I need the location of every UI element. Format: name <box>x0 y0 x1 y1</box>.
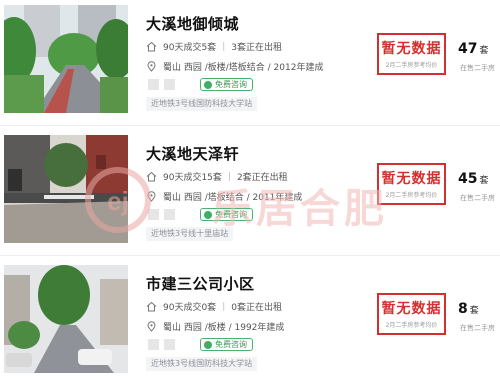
deal-info: 90天成交15套 | 2套正在出租 <box>146 170 288 183</box>
blurred-avatar <box>164 79 175 90</box>
renting-count: 3套正在出租 <box>231 43 282 53</box>
deal-info: 90天成交5套 | 3套正在出租 <box>146 40 282 53</box>
metro-tag: 近地铁3号线十里庙站 <box>146 227 234 241</box>
deals-count: 90天成交0套 <box>163 303 217 313</box>
blurred-avatar <box>164 209 175 220</box>
price-status: 暂无数据 <box>381 301 442 317</box>
on-sale-count[interactable]: 45 套 <box>458 168 498 187</box>
location-icon <box>147 191 156 202</box>
price-note: 2月二手房参考均价 <box>385 322 438 329</box>
price-status: 暂无数据 <box>381 171 442 187</box>
consult-label: 免费咨询 <box>215 80 247 89</box>
listing-card[interactable]: 大溪地天泽轩 90天成交15套 | 2套正在出租 蜀山 西园 /塔板结合 / 2… <box>0 135 500 247</box>
community-title[interactable]: 大溪地御倾城 <box>146 13 239 34</box>
deal-info: 90天成交0套 | 0套正在出租 <box>146 300 282 313</box>
house-icon <box>146 301 157 312</box>
price-status-box: 暂无数据 2月二手房参考均价 <box>377 163 446 205</box>
location-details: 蜀山 西园 /塔板结合 / 2011年建成 <box>163 193 303 203</box>
on-sale-unit: 套 <box>469 306 479 316</box>
blurred-avatar <box>164 339 175 350</box>
consult-label: 免费咨询 <box>215 340 247 349</box>
on-sale-label: 在售二手房 <box>460 324 495 332</box>
location-info: 蜀山 西园 /板楼 / 1992年建成 <box>146 320 284 333</box>
blurred-avatar <box>148 209 159 220</box>
location-icon <box>147 321 156 332</box>
free-consult-button[interactable]: 免费咨询 <box>200 338 253 351</box>
metro-tag: 近地铁3号线国防科技大学站 <box>146 357 258 371</box>
property-photo[interactable] <box>4 5 128 113</box>
location-icon <box>147 61 156 72</box>
courtyard-photo <box>4 5 128 113</box>
on-sale-number: 45 <box>458 171 478 187</box>
on-sale-label: 在售二手房 <box>460 64 495 72</box>
separator: | <box>222 301 226 312</box>
location-info: 蜀山 西园 /塔板结合 / 2011年建成 <box>146 190 302 203</box>
free-consult-button[interactable]: 免费咨询 <box>200 208 253 221</box>
chat-icon <box>204 210 212 219</box>
metro-tag: 近地铁3号线国防科技大学站 <box>146 97 258 111</box>
deals-count: 90天成交15套 <box>163 173 222 183</box>
consult-label: 免费咨询 <box>215 210 247 219</box>
on-sale-number: 47 <box>458 41 478 57</box>
on-sale-unit: 套 <box>479 176 489 186</box>
location-details: 蜀山 西园 /板楼 / 1992年建成 <box>163 323 285 333</box>
chat-icon <box>204 80 212 89</box>
property-photo[interactable] <box>4 265 128 373</box>
blurred-avatar <box>148 339 159 350</box>
on-sale-count[interactable]: 8套 <box>458 298 498 317</box>
separator: | <box>222 41 226 52</box>
divider <box>0 255 500 256</box>
price-note: 2月二手房参考均价 <box>385 192 438 199</box>
on-sale-number: 8 <box>458 301 468 317</box>
deals-count: 90天成交5套 <box>163 43 217 53</box>
on-sale-label: 在售二手房 <box>460 194 495 202</box>
property-photo[interactable] <box>4 135 128 243</box>
location-info: 蜀山 西园 /板楼/塔板结合 / 2012年建成 <box>146 60 323 73</box>
community-title[interactable]: 大溪地天泽轩 <box>146 143 239 164</box>
location-details: 蜀山 西园 /板楼/塔板结合 / 2012年建成 <box>163 63 324 73</box>
listing-card[interactable]: 大溪地御倾城 90天成交5套 | 3套正在出租 蜀山 西园 /板楼/塔板结合 /… <box>0 5 500 117</box>
free-consult-button[interactable]: 免费咨询 <box>200 78 253 91</box>
house-icon <box>146 41 157 52</box>
gate-photo <box>4 135 128 243</box>
price-status-box: 暂无数据 2月二手房参考均价 <box>377 33 446 75</box>
house-icon <box>146 171 157 182</box>
divider <box>0 125 500 126</box>
price-status-box: 暂无数据 2月二手房参考均价 <box>377 293 446 335</box>
price-status: 暂无数据 <box>381 41 442 57</box>
community-title[interactable]: 市建三公司小区 <box>146 273 255 294</box>
separator: | <box>227 171 231 182</box>
chat-icon <box>204 340 212 349</box>
blurred-avatar <box>148 79 159 90</box>
renting-count: 2套正在出租 <box>236 173 288 183</box>
street-photo <box>4 265 128 373</box>
listing-card[interactable]: 市建三公司小区 90天成交0套 | 0套正在出租 蜀山 西园 /板楼 / 199… <box>0 265 500 377</box>
price-note: 2月二手房参考均价 <box>385 62 438 69</box>
renting-count: 0套正在出租 <box>231 303 282 313</box>
on-sale-unit: 套 <box>479 46 489 56</box>
on-sale-count[interactable]: 47 套 <box>458 38 498 57</box>
